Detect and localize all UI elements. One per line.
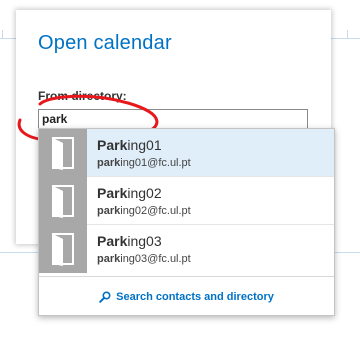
result-row-parking01[interactable]: Parking01 parking01@fc.ul.pt bbox=[39, 128, 334, 177]
email-match: park bbox=[97, 253, 121, 265]
room-icon bbox=[39, 128, 87, 177]
name-match: Park bbox=[97, 184, 128, 201]
search-directory-row: Search contacts and directory bbox=[39, 276, 334, 317]
email-rest: ing03@fc.ul.pt bbox=[120, 253, 191, 265]
result-name: Parking03 bbox=[97, 233, 191, 250]
background-tick bbox=[2, 30, 3, 38]
result-email: parking02@fc.ul.pt bbox=[97, 205, 191, 217]
email-match: park bbox=[97, 156, 121, 169]
magnifier-icon bbox=[99, 291, 111, 303]
search-link-label: Search contacts and directory bbox=[116, 291, 274, 303]
autocomplete-dropdown: Parking01 parking01@fc.ul.pt Parking02 p… bbox=[38, 128, 335, 316]
search-contacts-directory-link[interactable]: Search contacts and directory bbox=[99, 291, 274, 303]
email-match: park bbox=[97, 204, 121, 217]
email-rest: ing01@fc.ul.pt bbox=[120, 156, 191, 169]
room-icon bbox=[39, 176, 87, 225]
result-email: parking01@fc.ul.pt bbox=[97, 157, 191, 169]
name-match: Park bbox=[97, 233, 128, 249]
result-row-parking02[interactable]: Parking02 parking02@fc.ul.pt bbox=[39, 176, 334, 225]
result-name: Parking01 bbox=[97, 137, 191, 154]
result-row-parking03[interactable]: Parking03 parking03@fc.ul.pt bbox=[39, 225, 334, 273]
room-icon bbox=[39, 225, 87, 273]
email-rest: ing02@fc.ul.pt bbox=[120, 204, 191, 217]
result-email: parking03@fc.ul.pt bbox=[97, 253, 191, 265]
result-name: Parking02 bbox=[97, 185, 191, 202]
directory-label: From directory: bbox=[38, 89, 127, 103]
directory-search-input[interactable] bbox=[38, 109, 308, 129]
background-tick bbox=[347, 30, 348, 38]
dialog-title: Open calendar bbox=[38, 32, 172, 54]
name-match: Park bbox=[97, 136, 128, 153]
name-rest: ing02 bbox=[127, 184, 162, 201]
name-rest: ing01 bbox=[127, 136, 162, 153]
name-rest: ing03 bbox=[127, 233, 162, 249]
